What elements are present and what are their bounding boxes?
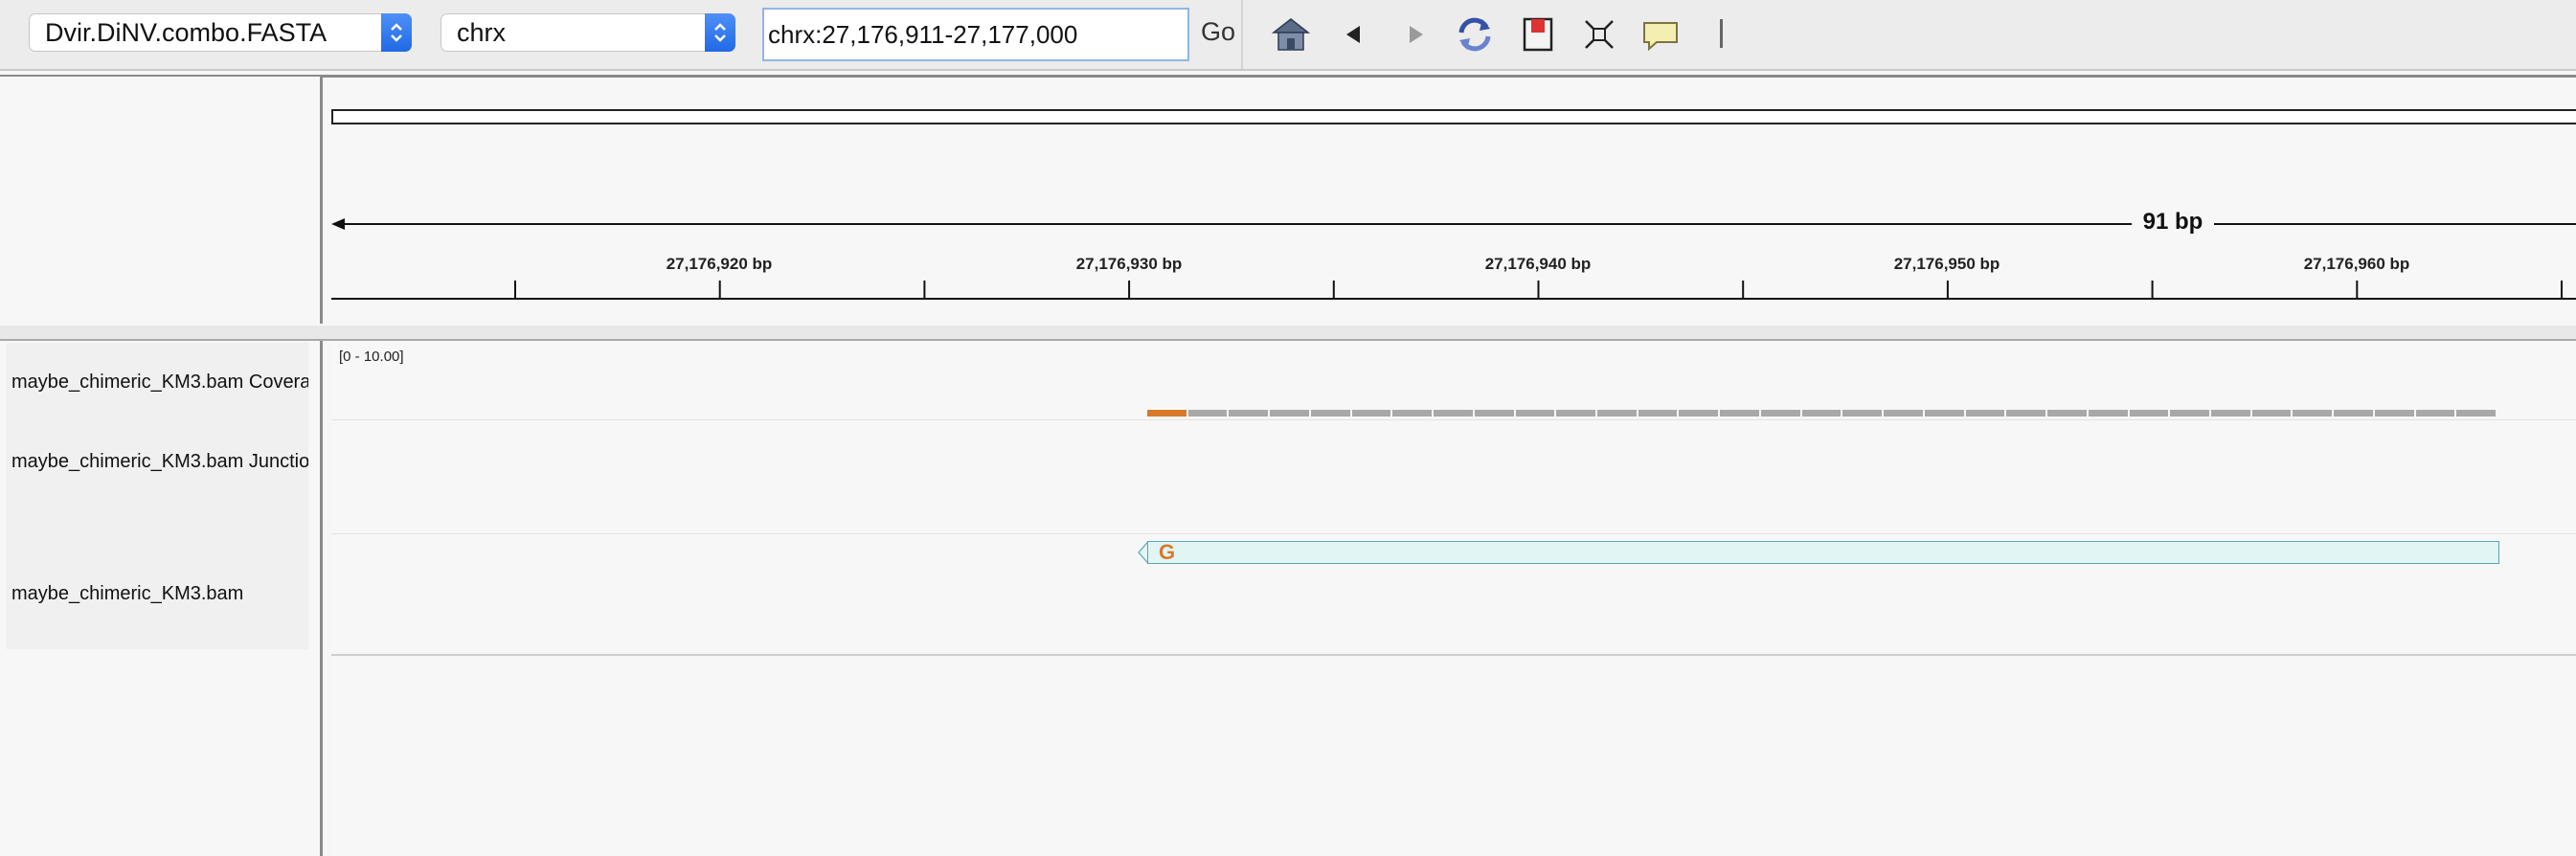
coverage-bar[interactable] xyxy=(2293,410,2333,417)
coverage-bar[interactable] xyxy=(1720,410,1759,417)
coverage-bar[interactable] xyxy=(2088,410,2128,417)
header-name-panel xyxy=(0,77,323,324)
forward-arrow-icon[interactable] xyxy=(1394,13,1436,56)
select-arrows-icon xyxy=(705,13,735,52)
genome-select-value: Dvir.DiNV.combo.FASTA xyxy=(45,18,328,47)
chromosome-select[interactable]: chrx xyxy=(441,13,735,52)
resize-handle-icon[interactable] xyxy=(1701,13,1743,56)
coverage-bar[interactable] xyxy=(1801,410,1842,417)
toolbar: Dvir.DiNV.combo.FASTA chrx Go xyxy=(0,0,2576,71)
coverage-bar[interactable] xyxy=(1270,410,1309,417)
locus-search-input[interactable] xyxy=(762,8,1189,61)
coverage-bar[interactable] xyxy=(1924,410,1964,417)
coverage-bar[interactable] xyxy=(2006,410,2046,417)
coverage-bar[interactable] xyxy=(1638,410,1678,417)
coverage-bar[interactable] xyxy=(1474,410,1514,417)
chromosome-select-value: chrx xyxy=(457,18,507,47)
coverage-bar[interactable] xyxy=(2170,410,2209,417)
ruler-tick-label: 27,176,940 bp xyxy=(1484,255,1592,273)
coverage-bar[interactable] xyxy=(2047,410,2087,417)
toolbar-divider xyxy=(1241,0,1243,69)
coverage-bar[interactable] xyxy=(2210,410,2250,417)
ruler-tick-label: 27,176,950 bp xyxy=(1893,255,2000,273)
coverage-bar[interactable] xyxy=(1760,410,1800,417)
region-of-interest-icon[interactable] xyxy=(1517,13,1559,56)
mismatch-base: G xyxy=(1159,540,1176,564)
coverage-bar[interactable] xyxy=(1842,410,1883,417)
span-arrow-left-icon xyxy=(331,218,345,230)
track-name-junctions[interactable]: maybe_chimeric_KM3.bam Junctions xyxy=(11,451,308,473)
coverage-bar[interactable] xyxy=(2334,410,2373,417)
data-panel[interactable] xyxy=(331,341,2576,856)
coverage-bar[interactable] xyxy=(2415,410,2455,417)
go-button[interactable]: Go xyxy=(1201,17,1235,47)
genome-select[interactable]: Dvir.DiNV.combo.FASTA xyxy=(29,13,412,52)
coverage-bar[interactable] xyxy=(1310,410,1350,417)
coverage-bar[interactable] xyxy=(2456,410,2497,417)
panel-splitter[interactable] xyxy=(0,326,2576,341)
coverage-bar[interactable] xyxy=(1187,410,1228,417)
coverage-bar[interactable] xyxy=(2129,410,2169,417)
coverage-bar[interactable] xyxy=(1434,410,1473,417)
coverage-bar[interactable] xyxy=(1515,410,1555,417)
data-panel-divider xyxy=(331,654,2576,656)
coverage-bar[interactable] xyxy=(2374,410,2414,417)
track-name-coverage[interactable]: maybe_chimeric_KM3.bam Coverage xyxy=(11,372,308,394)
refresh-icon[interactable] xyxy=(1454,13,1496,56)
coverage-bar[interactable] xyxy=(1392,410,1433,417)
ruler-scale xyxy=(331,218,2576,300)
coverage-bar[interactable] xyxy=(1679,410,1719,417)
track-separator xyxy=(331,419,2576,420)
coverage-bar[interactable] xyxy=(1556,410,1596,417)
coverage-bar[interactable] xyxy=(1351,410,1391,417)
back-arrow-icon[interactable] xyxy=(1333,13,1375,56)
home-icon[interactable] xyxy=(1270,13,1312,56)
select-arrows-icon xyxy=(381,13,412,52)
track-name-alignment[interactable]: maybe_chimeric_KM3.bam xyxy=(11,583,308,605)
coverage-bar[interactable] xyxy=(1229,410,1269,417)
track-separator xyxy=(331,533,2576,534)
popup-info-icon[interactable] xyxy=(1639,13,1682,56)
fit-to-window-icon[interactable] xyxy=(1578,13,1620,56)
coverage-bar-mismatch[interactable] xyxy=(1147,410,1186,417)
data-range-label: [0 - 10.00] xyxy=(339,349,404,365)
alignment-read[interactable] xyxy=(1147,541,2499,564)
coverage-bar[interactable] xyxy=(2251,410,2292,417)
chromosome-ideogram[interactable] xyxy=(331,109,2576,124)
ruler-tick-label: 27,176,930 bp xyxy=(1075,255,1183,273)
ruler-tick-label: 27,176,920 bp xyxy=(666,255,773,273)
ruler-tick-label: 27,176,960 bp xyxy=(2303,255,2410,273)
coverage-bar[interactable] xyxy=(1965,410,2005,417)
coverage-bar[interactable] xyxy=(1597,410,1637,417)
span-label: 91 bp xyxy=(2132,209,2214,236)
coverage-bar[interactable] xyxy=(1884,410,1923,417)
